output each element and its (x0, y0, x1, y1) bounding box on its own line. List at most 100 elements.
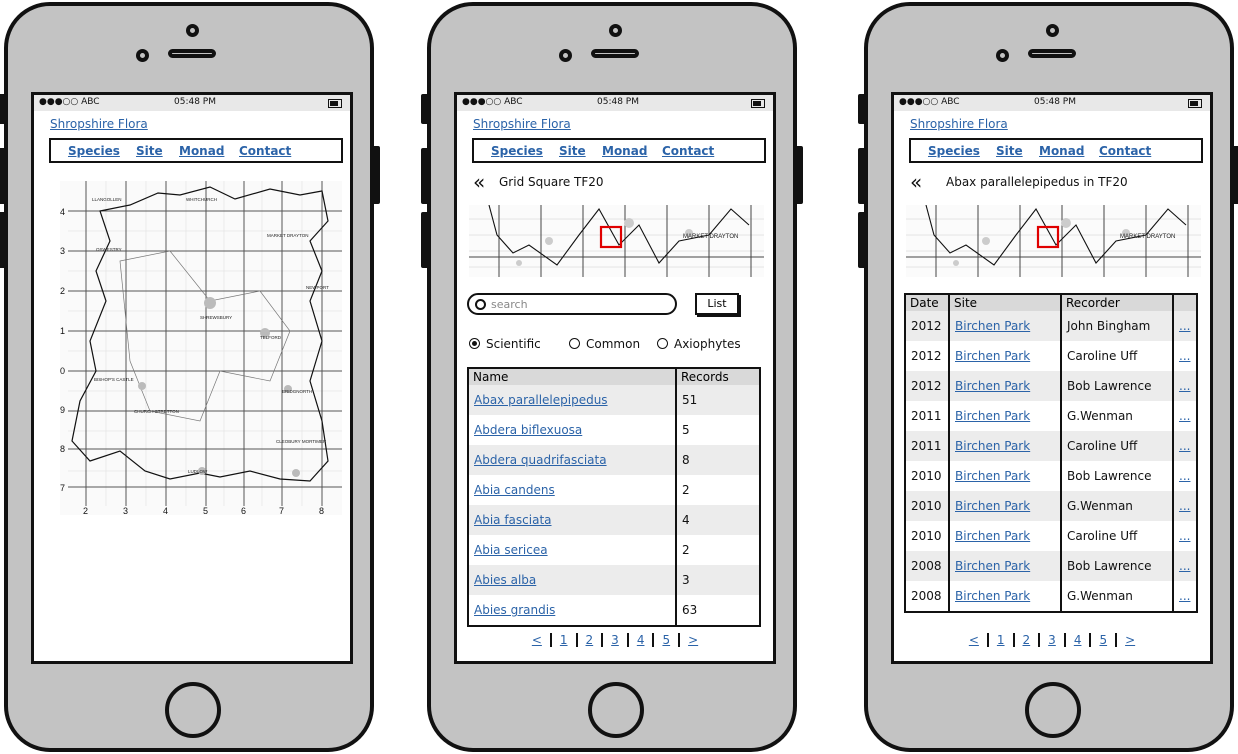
more-link[interactable]: ... (1179, 589, 1190, 603)
app-title-link[interactable]: Shropshire Flora (473, 117, 571, 131)
home-button[interactable] (588, 682, 644, 738)
more-link[interactable]: ... (1179, 349, 1190, 363)
place-label: BRIDGNORTH (282, 389, 312, 394)
species-link[interactable]: Abia fasciata (474, 513, 552, 527)
table-row: Abia sericea 2 (468, 535, 761, 565)
home-button[interactable] (1025, 682, 1081, 738)
page-4[interactable]: 4 (1066, 633, 1092, 647)
species-link[interactable]: Abdera quadrifasciata (474, 453, 607, 467)
app-title-link[interactable]: Shropshire Flora (50, 117, 148, 131)
page-1[interactable]: 1 (989, 633, 1015, 647)
page-3[interactable]: 3 (603, 633, 629, 647)
species-table: Name Records Abax parallelepipedus 51 Abd… (467, 367, 761, 627)
more-link[interactable]: ... (1179, 469, 1190, 483)
nav-bar: Species Site Monad Contact (909, 138, 1203, 163)
nav-species[interactable]: Species (68, 144, 120, 158)
species-link[interactable]: Abies grandis (474, 603, 555, 617)
speaker-icon (168, 49, 216, 58)
page-4[interactable]: 4 (629, 633, 655, 647)
list-button[interactable]: List (695, 293, 739, 315)
search-icon (475, 299, 486, 310)
nav-species[interactable]: Species (491, 144, 543, 158)
grid-minimap[interactable]: MARKET DRAYTON (906, 205, 1201, 277)
site-link[interactable]: Birchen Park (955, 559, 1030, 573)
col-header-more (1173, 294, 1198, 311)
place-label: BISHOP'S CASTLE (94, 377, 134, 382)
page-1[interactable]: 1 (552, 633, 578, 647)
site-link[interactable]: Birchen Park (955, 319, 1030, 333)
x-tick: 7 (279, 506, 284, 515)
page-2[interactable]: 2 (578, 633, 604, 647)
more-link[interactable]: ... (1179, 409, 1190, 423)
sensor-icon (996, 49, 1009, 62)
page-next[interactable]: > (680, 633, 706, 647)
site-link[interactable]: Birchen Park (955, 589, 1030, 603)
nav-monad[interactable]: Monad (179, 144, 224, 158)
clock: 05:48 PM (174, 97, 216, 107)
table-row: 2010 Birchen Park Bob Lawrence... (905, 461, 1198, 491)
page-3[interactable]: 3 (1040, 633, 1066, 647)
species-link[interactable]: Abax parallelepipedus (474, 393, 608, 407)
records-count: 3 (676, 565, 761, 595)
nav-contact[interactable]: Contact (239, 144, 291, 158)
nav-monad[interactable]: Monad (602, 144, 647, 158)
pagination: <1 2 3 4 5 > (894, 633, 1210, 647)
carrier: ●●●○○ ABC (39, 97, 100, 107)
more-link[interactable]: ... (1179, 529, 1190, 543)
site-link[interactable]: Birchen Park (955, 439, 1030, 453)
home-button[interactable] (165, 682, 221, 738)
screen-2: ●●●○○ ABC 05:48 PM Shropshire Flora Spec… (454, 92, 776, 664)
more-link[interactable]: ... (1179, 559, 1190, 573)
table-row: 2011 Birchen Park Caroline Uff... (905, 431, 1198, 461)
more-link[interactable]: ... (1179, 439, 1190, 453)
table-row: Abdera quadrifasciata 8 (468, 445, 761, 475)
search-placeholder: search (491, 298, 528, 311)
site-link[interactable]: Birchen Park (955, 409, 1030, 423)
site-link[interactable]: Birchen Park (955, 349, 1030, 363)
carrier: ●●●○○ ABC (462, 97, 523, 107)
more-link[interactable]: ... (1179, 499, 1190, 513)
page-5[interactable]: 5 (654, 633, 681, 647)
page-2[interactable]: 2 (1015, 633, 1041, 647)
radio-axiophytes[interactable]: Axiophytes (657, 337, 741, 351)
radio-common[interactable]: Common (569, 337, 640, 351)
species-link[interactable]: Abia sericea (474, 543, 548, 557)
grid-minimap[interactable]: MARKET DRAYTON (469, 205, 764, 277)
nav-monad[interactable]: Monad (1039, 144, 1084, 158)
site-link[interactable]: Birchen Park (955, 469, 1030, 483)
nav-site[interactable]: Site (559, 144, 586, 158)
site-link[interactable]: Birchen Park (955, 499, 1030, 513)
nav-site[interactable]: Site (136, 144, 163, 158)
screen-1: ●●●○○ ABC 05:48 PM Shropshire Flora Spec… (31, 92, 353, 664)
x-tick: 3 (123, 506, 128, 515)
records-count: 8 (676, 445, 761, 475)
sensor-icon (559, 49, 572, 62)
nav-contact[interactable]: Contact (1099, 144, 1151, 158)
more-link[interactable]: ... (1179, 379, 1190, 393)
page-5[interactable]: 5 (1091, 633, 1118, 647)
species-link[interactable]: Abia candens (474, 483, 555, 497)
species-link[interactable]: Abies alba (474, 573, 536, 587)
radio-scientific[interactable]: Scientific (469, 337, 541, 351)
page-next[interactable]: > (1117, 633, 1143, 647)
place-label: SHREWSBURY (200, 315, 232, 320)
y-tick: 7 (60, 483, 65, 493)
county-map[interactable]: LLANGOLLEN WHITCHURCH MARKET DRAYTON OSW… (60, 181, 342, 515)
app-title-link[interactable]: Shropshire Flora (910, 117, 1008, 131)
page-prev[interactable]: < (524, 633, 552, 647)
nav-contact[interactable]: Contact (662, 144, 714, 158)
map-label: MARKET DRAYTON (1120, 234, 1175, 240)
species-link[interactable]: Abdera biflexuosa (474, 423, 582, 437)
y-tick: 0 (60, 366, 65, 376)
double-chevron-left-icon[interactable]: « (473, 172, 485, 192)
double-chevron-left-icon[interactable]: « (910, 172, 922, 192)
nav-site[interactable]: Site (996, 144, 1023, 158)
col-header-name: Name (468, 368, 677, 385)
table-row: Abia fasciata 4 (468, 505, 761, 535)
search-input[interactable]: search (467, 293, 677, 315)
site-link[interactable]: Birchen Park (955, 379, 1030, 393)
nav-species[interactable]: Species (928, 144, 980, 158)
site-link[interactable]: Birchen Park (955, 529, 1030, 543)
page-prev[interactable]: < (961, 633, 989, 647)
more-link[interactable]: ... (1179, 319, 1190, 333)
